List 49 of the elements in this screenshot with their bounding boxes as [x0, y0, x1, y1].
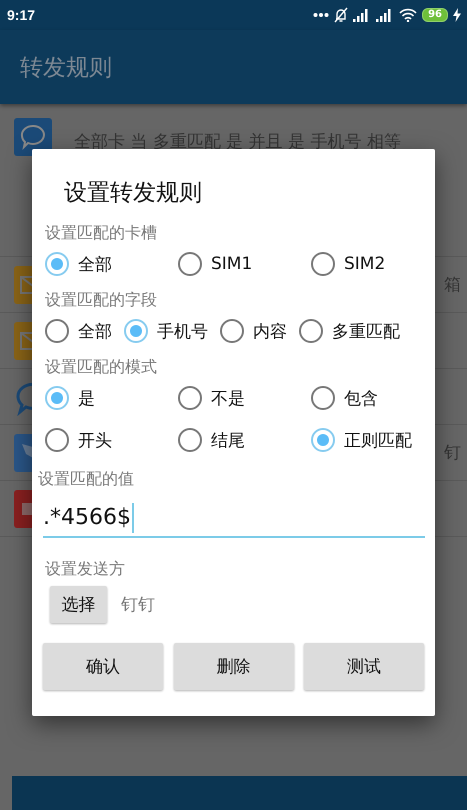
radio-label: 全部: [78, 320, 112, 342]
action-button[interactable]: 删除: [174, 643, 294, 690]
radio-button[interactable]: [45, 386, 69, 410]
select-button[interactable]: 选择: [50, 586, 107, 623]
app-icon: [14, 266, 32, 304]
radio-label: 结尾: [211, 430, 245, 452]
action-button[interactable]: 确认: [43, 643, 163, 690]
radio-button[interactable]: [45, 319, 69, 343]
clock-time: 9:17: [7, 7, 36, 23]
radio-label: 手机号: [157, 320, 208, 342]
radio-label: 开头: [78, 430, 112, 452]
input-field[interactable]: .*4566$: [43, 502, 425, 538]
app-icon: [14, 118, 52, 156]
section-label: 设置发送方: [45, 558, 126, 580]
radio-button[interactable]: [311, 428, 335, 452]
section-label: 设置匹配的卡槽: [45, 222, 158, 244]
radio-label: 包含: [344, 388, 378, 410]
radio-label: SIM1: [211, 254, 252, 274]
battery-level: 96: [422, 8, 448, 22]
radio-button[interactable]: [178, 386, 202, 410]
radio-button[interactable]: [299, 319, 323, 343]
radio-label: 内容: [253, 320, 287, 342]
radio-label: 全部: [78, 254, 112, 276]
radio-button[interactable]: [311, 252, 335, 276]
section-label: 设置匹配的值: [38, 468, 135, 490]
section-label: 设置匹配的字段: [45, 289, 158, 311]
radio-button[interactable]: [124, 319, 148, 343]
charging-bolt-icon: [453, 8, 461, 22]
action-button[interactable]: 测试: [304, 643, 424, 690]
dialog-title: 设置转发规则: [64, 179, 203, 208]
radio-button[interactable]: [178, 428, 202, 452]
radio-label: 是: [78, 388, 95, 410]
bell-off-icon: [334, 7, 348, 23]
app-icon: [14, 434, 32, 472]
radio-label: 多重匹配: [332, 320, 400, 342]
radio-button[interactable]: [311, 386, 335, 410]
wifi-icon: [399, 8, 418, 22]
radio-label: 不是: [211, 388, 245, 410]
radio-label: SIM2: [344, 254, 386, 274]
sender-value: 钉钉: [121, 594, 155, 616]
section-label: 设置匹配的模式: [45, 356, 158, 378]
app-title: 转发规则: [20, 54, 112, 82]
radio-button[interactable]: [220, 319, 244, 343]
more-dots-icon: [313, 12, 330, 18]
radio-button[interactable]: [45, 428, 69, 452]
radio-button[interactable]: [45, 252, 69, 276]
app-icon: [14, 322, 32, 360]
radio-button[interactable]: [178, 252, 202, 276]
radio-label: 正则匹配: [344, 430, 412, 452]
